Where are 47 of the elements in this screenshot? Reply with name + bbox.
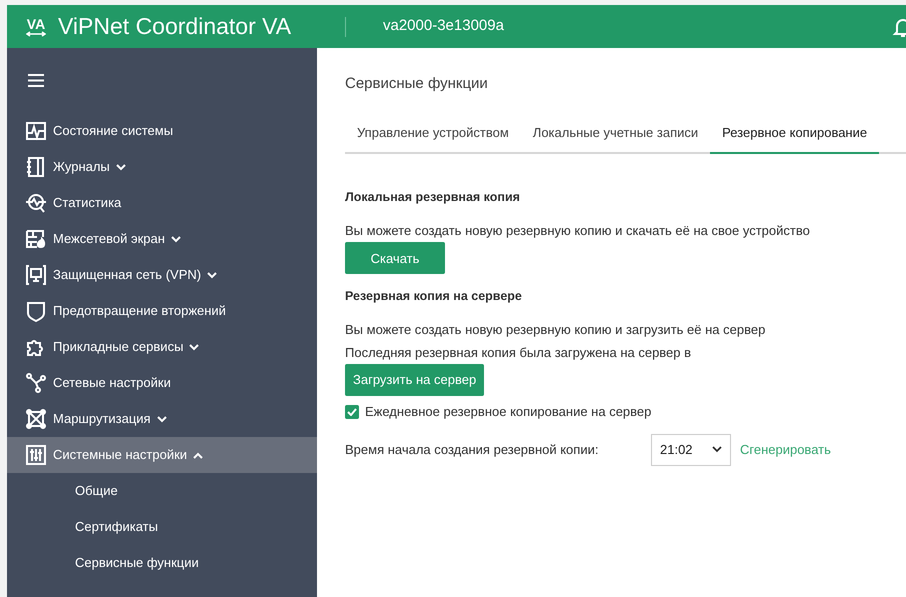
- chevron-down-icon: [156, 416, 167, 422]
- checkbox[interactable]: [345, 404, 359, 419]
- page-title: Сервисные функции: [345, 74, 488, 94]
- product-title: ViPNet Coordinator VA: [58, 12, 292, 42]
- monitor-pulse-icon: [25, 120, 47, 142]
- share-nodes-icon: [25, 372, 47, 394]
- sidebar-item[interactable]: Межсетевой экран: [7, 221, 317, 257]
- sidebar-subitem[interactable]: Сервисные функции: [7, 545, 317, 581]
- sidebar-item[interactable]: Журналы: [7, 149, 317, 185]
- upload-button[interactable]: Загрузить на сервер: [345, 364, 484, 396]
- sidebar-item[interactable]: Системные настройки: [7, 437, 317, 473]
- sidebar-item[interactable]: Сетевые настройки: [7, 365, 317, 401]
- checkbox-label: Ежедневное резервное копирование на сервер: [365, 403, 652, 421]
- magnifier-pulse-icon: [25, 192, 47, 214]
- sliders-icon: [25, 444, 47, 466]
- download-button[interactable]: Скачать: [345, 242, 445, 274]
- tab[interactable]: Управление устройством: [345, 122, 521, 154]
- description: Последняя резервная копия была загружена на сервер в: [345, 344, 692, 362]
- chevron-down-icon: [712, 446, 722, 453]
- sidebar-item[interactable]: Защищенная сеть (VPN): [7, 257, 317, 293]
- menu-icon[interactable]: [28, 74, 44, 87]
- device-name: va2000-3e13009a: [383, 16, 504, 36]
- chevron-down-icon: [207, 272, 218, 278]
- chevron-down-icon: [189, 344, 200, 350]
- sidebar-item[interactable]: Предотвращение вторжений: [7, 293, 317, 329]
- sidebar-subitem[interactable]: Общие: [7, 473, 317, 509]
- sidebar-item[interactable]: Прикладные сервисы: [7, 329, 317, 365]
- sidebar-item[interactable]: Состояние системы: [7, 113, 317, 149]
- sidebar-item[interactable]: Статистика: [7, 185, 317, 221]
- tab[interactable]: Локальные учетные записи: [520, 122, 710, 154]
- route-nodes-icon: [25, 408, 47, 430]
- firewall-icon: [25, 228, 47, 250]
- sidebar-subitem[interactable]: Сертификаты: [7, 509, 317, 545]
- section-heading: Резервная копия на сервере: [345, 288, 522, 306]
- section-heading: Локальная резервная копия: [345, 189, 520, 206]
- screen-icon: [25, 264, 47, 286]
- shield-icon: [25, 300, 47, 322]
- chevron-down-icon: [116, 164, 126, 170]
- tab[interactable]: Резервное копирование: [710, 122, 880, 154]
- time-label: Время начала создания резервной копии:: [345, 440, 600, 459]
- description: Вы можете создать новую резервную копию и загрузить её на сервер: [345, 321, 766, 339]
- chevron-up-icon: [193, 452, 204, 458]
- notebook-icon: [25, 156, 47, 178]
- time-select[interactable]: 21:02: [651, 434, 731, 466]
- description: Вы можете создать новую резервную копию и скачать её на свое устройство: [345, 222, 810, 240]
- sidebar-item[interactable]: Маршрутизация: [7, 401, 317, 437]
- chevron-down-icon: [170, 236, 181, 242]
